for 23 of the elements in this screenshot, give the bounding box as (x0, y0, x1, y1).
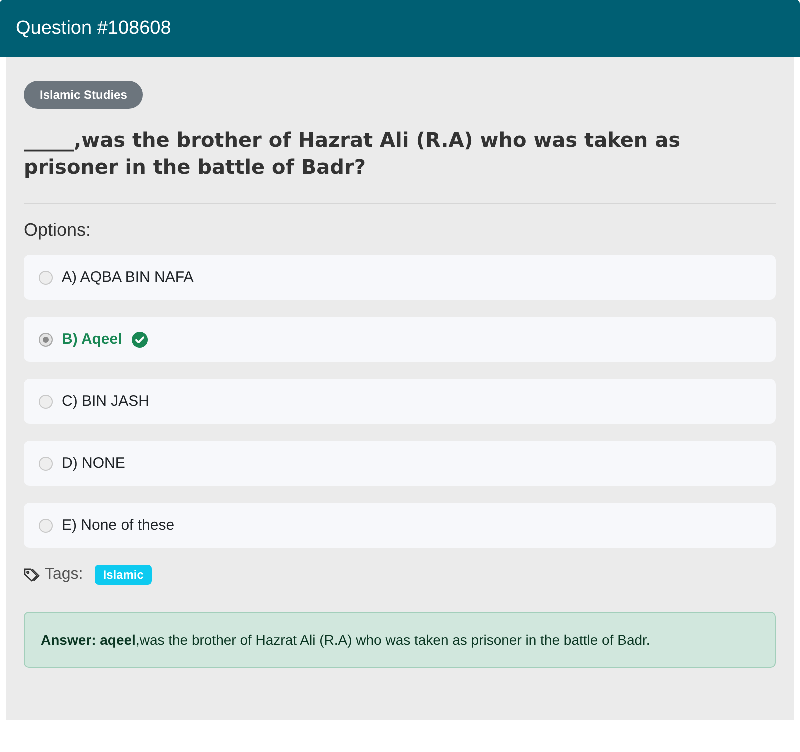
option-row[interactable]: C) BIN JASH (24, 379, 776, 424)
option-row[interactable]: B) Aqeel (24, 317, 776, 362)
radio-button[interactable] (39, 270, 53, 284)
option-text: D) NONE (62, 455, 126, 472)
radio-button[interactable] (39, 394, 53, 408)
radio-button[interactable] (39, 332, 53, 346)
option-row[interactable]: D) NONE (24, 441, 776, 486)
radio-button[interactable] (39, 456, 53, 470)
option-row[interactable]: E) None of these (24, 503, 776, 548)
option-text: A) AQBA BIN NAFA (62, 269, 194, 286)
question-text: _____,was the brother of Hazrat Ali (R.A) who was taken as prisoner in the battle of Badr? (24, 127, 682, 181)
option-row[interactable]: A) AQBA BIN NAFA (24, 255, 776, 300)
check-circle-icon (132, 332, 148, 348)
page-title: Question #108608 (16, 18, 172, 40)
option-text: C) BIN JASH (62, 393, 150, 410)
option-text: B) Aqeel (62, 331, 122, 348)
options-label: Options: (24, 220, 92, 241)
tags-label: Tags: (45, 566, 84, 584)
answer-alert: Answer: aqeel,was the brother of Hazrat Ali (R.A) who was taken as prisoner in the battle of Badr. (24, 612, 776, 668)
tags-icon (24, 568, 41, 582)
category-badge: Islamic Studies (24, 81, 144, 109)
option-text: E) None of these (62, 517, 175, 534)
radio-button[interactable] (39, 518, 53, 532)
